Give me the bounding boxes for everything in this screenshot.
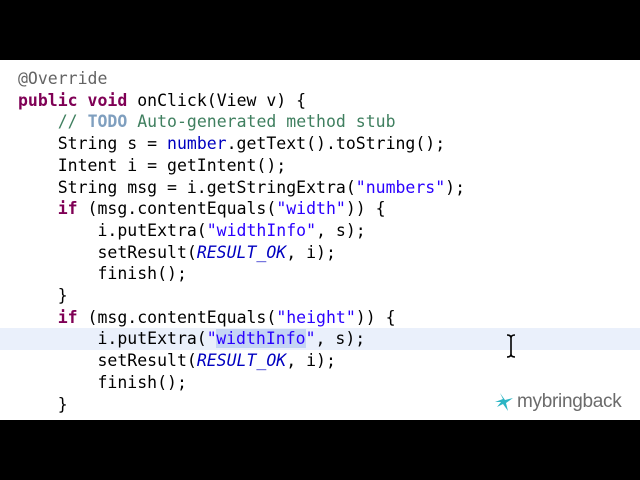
- bird-icon: [495, 393, 513, 411]
- code-token: finish();: [18, 264, 187, 284]
- code-line-text: String s = number.getText().toString();: [18, 133, 445, 155]
- code-token: RESULT_OK: [196, 351, 287, 371]
- code-line-text: finish();: [18, 372, 187, 394]
- code-token: number: [167, 134, 227, 154]
- code-line-text: if (msg.contentEquals("width")) {: [18, 198, 386, 220]
- code-token: (msg.contentEquals(: [77, 199, 277, 219]
- code-token: i.putExtra(: [18, 220, 207, 240]
- letterbox-top: [0, 0, 640, 60]
- code-line-text: i.putExtra("widthInfo", s);: [18, 328, 365, 350]
- code-token: );: [445, 177, 466, 197]
- code-token: if: [57, 199, 78, 219]
- code-token: //: [57, 112, 88, 132]
- code-line[interactable]: String msg = i.getStringExtra("numbers")…: [0, 177, 640, 199]
- code-line[interactable]: setResult(RESULT_OK, i);: [0, 350, 640, 372]
- code-token: RESULT_OK: [196, 242, 287, 262]
- code-token: .getText().toString();: [226, 134, 446, 154]
- code-line-text: setResult(RESULT_OK, i);: [18, 350, 336, 372]
- code-token: finish();: [18, 372, 187, 392]
- code-token: "widthInfo": [206, 220, 317, 240]
- code-token: (msg.contentEquals(: [77, 307, 277, 327]
- code-line[interactable]: finish();: [0, 263, 640, 285]
- code-line[interactable]: setResult(RESULT_OK, i);: [0, 242, 640, 264]
- code-token: "numbers": [355, 177, 446, 197]
- code-token: Auto-generated method stub: [127, 112, 396, 132]
- logo-text: mybringback: [517, 391, 622, 412]
- code-editor[interactable]: @Override public void onClick(View v) { /…: [0, 60, 640, 420]
- code-line[interactable]: // TODO Auto-generated method stub: [0, 111, 640, 133]
- code-token: setResult(: [18, 351, 197, 371]
- code-line-text: }: [18, 394, 68, 416]
- code-token: , s);: [315, 329, 366, 349]
- code-token: void: [87, 90, 128, 110]
- code-token: public: [18, 90, 78, 110]
- code-line[interactable]: i.putExtra("widthInfo", s);: [0, 328, 640, 351]
- code-token: , i);: [286, 242, 336, 262]
- code-token: "width": [276, 199, 346, 219]
- code-token: setResult(: [18, 242, 197, 262]
- code-token: Intent i = getIntent();: [18, 155, 287, 175]
- code-token: }: [18, 286, 68, 305]
- code-line-text: String msg = i.getStringExtra("numbers")…: [18, 177, 465, 199]
- letterbox-bottom: [0, 420, 640, 480]
- code-token: , i);: [286, 351, 336, 371]
- code-line[interactable]: String s = number.getText().toString();: [0, 133, 640, 155]
- code-line-text: Intent i = getIntent();: [18, 155, 286, 177]
- code-token: if: [57, 307, 78, 327]
- code-line[interactable]: }: [0, 285, 640, 307]
- code-token: , s);: [316, 220, 366, 240]
- code-line-text: setResult(RESULT_OK, i);: [18, 242, 336, 264]
- code-token: i.putExtra(: [18, 329, 207, 349]
- code-token: )) {: [355, 307, 396, 327]
- code-token: String s =: [18, 134, 168, 154]
- code-line[interactable]: if (msg.contentEquals("height")) {: [0, 307, 640, 329]
- code-token: ": [305, 329, 316, 349]
- code-token: onClick(View v) {: [127, 90, 307, 110]
- text-cursor-icon: [506, 334, 516, 358]
- code-token: "height": [276, 307, 356, 327]
- code-line[interactable]: i.putExtra("widthInfo", s);: [0, 220, 640, 242]
- code-line-text: finish();: [18, 263, 187, 285]
- selected-text: widthInfo: [216, 329, 306, 349]
- code-line-text: public void onClick(View v) {: [18, 90, 306, 112]
- code-line[interactable]: @Override: [0, 68, 640, 90]
- code-line-text: if (msg.contentEquals("height")) {: [18, 307, 396, 329]
- code-line-text: @Override: [18, 68, 107, 90]
- mybringback-logo: mybringback: [494, 390, 622, 414]
- code-token: }: [18, 394, 68, 414]
- code-line[interactable]: Intent i = getIntent();: [0, 155, 640, 177]
- code-line-text: }: [18, 285, 68, 307]
- code-token: String msg = i.getStringExtra(: [18, 177, 356, 197]
- code-token: TODO: [87, 112, 128, 132]
- code-line[interactable]: public void onClick(View v) {: [0, 90, 640, 112]
- code-line-text: // TODO Auto-generated method stub: [18, 111, 396, 133]
- code-line[interactable]: if (msg.contentEquals("width")) {: [0, 198, 640, 220]
- code-token: )) {: [345, 199, 386, 219]
- code-line-text: i.putExtra("widthInfo", s);: [18, 220, 366, 242]
- code-token: @Override: [18, 69, 108, 88]
